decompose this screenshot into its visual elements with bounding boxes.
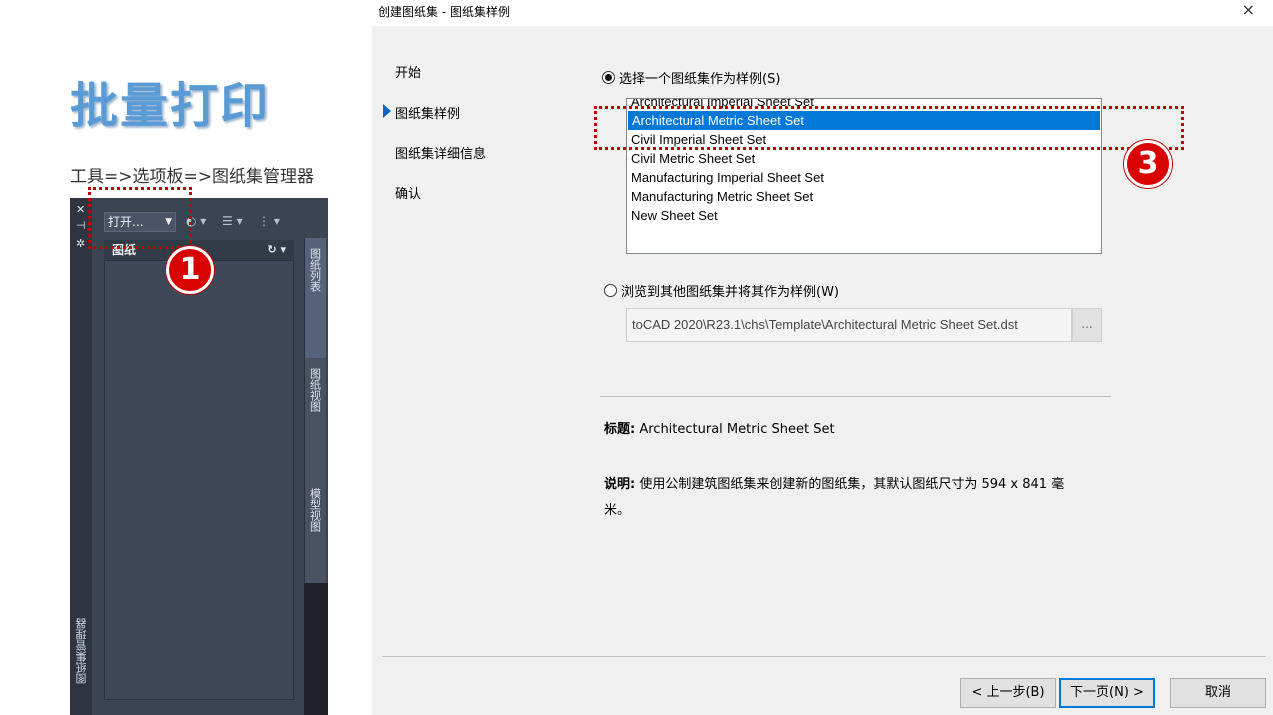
palette-tabs: 图纸列表 图纸视图 模型视图 xyxy=(304,238,326,583)
footer-divider xyxy=(382,656,1266,657)
back-button[interactable]: < 上一步(B) xyxy=(960,678,1056,708)
properties-icon[interactable]: ✲ xyxy=(76,238,85,249)
radio-select-example[interactable]: 选择一个图纸集作为样例(S) xyxy=(602,68,780,87)
sheet-list-icon[interactable]: ⋮ ▾ xyxy=(258,214,280,228)
browse-button[interactable]: ... xyxy=(1072,308,1102,342)
palette-title-bar: ✕ ⊣ ✲ 图纸集管理器 xyxy=(70,198,92,715)
slide-title: 批量打印 xyxy=(70,78,271,134)
slide-menu-path: 工具=>选项板=>图纸集管理器 xyxy=(70,167,314,187)
radio-select-example-label: 选择一个图纸集作为样例(S) xyxy=(619,72,781,87)
nav-item-sheet-set-details[interactable]: 图纸集详细信息 xyxy=(395,143,486,162)
list-item[interactable]: Manufacturing Metric Sheet Set xyxy=(627,187,1101,206)
cancel-button[interactable]: 取消 xyxy=(1170,678,1266,708)
palette-bottom-area xyxy=(304,583,328,715)
radio-unselected-icon xyxy=(604,284,617,297)
radio-selected-icon xyxy=(602,71,615,84)
divider xyxy=(600,396,1111,397)
plot-icon[interactable]: ☰ ▾ xyxy=(222,214,243,228)
tab-sheet-list[interactable]: 图纸列表 xyxy=(304,238,326,358)
next-button[interactable]: 下一页(N) > xyxy=(1059,678,1155,708)
tab-sheet-views-label: 图纸视图 xyxy=(308,368,322,412)
annotation-badge-3: 3 xyxy=(1124,140,1172,188)
tab-model-views[interactable]: 模型视图 xyxy=(304,478,326,583)
palette-side-label: 图纸集管理器 xyxy=(75,618,88,684)
annotation-highlight-open xyxy=(88,187,192,249)
radio-browse-example[interactable]: 浏览到其他图纸集并将其作为样例(W) xyxy=(604,281,839,300)
nav-item-sheet-set-example[interactable]: 图纸集样例 xyxy=(395,103,460,122)
title-info-value: Architectural Metric Sheet Set xyxy=(639,422,835,437)
sheet-tree[interactable] xyxy=(104,260,294,700)
refresh-icon[interactable]: ↻ ▾ xyxy=(267,240,286,260)
close-icon[interactable]: ✕ xyxy=(76,204,85,215)
tab-sheet-views[interactable]: 图纸视图 xyxy=(304,358,326,478)
list-item[interactable]: New Sheet Set xyxy=(627,206,1101,225)
dialog-title-bar: 创建图纸集 - 图纸集样例 × xyxy=(372,0,1273,26)
close-icon[interactable]: × xyxy=(1242,0,1255,19)
tab-model-views-label: 模型视图 xyxy=(308,488,322,532)
list-item[interactable]: Civil Metric Sheet Set xyxy=(627,149,1101,168)
dialog-title: 创建图纸集 - 图纸集样例 xyxy=(378,5,510,19)
nav-item-confirm[interactable]: 确认 xyxy=(395,183,421,202)
description-info-label: 说明: xyxy=(604,477,636,492)
annotation-badge-1: 1 xyxy=(166,246,214,294)
annotation-highlight-selected-set xyxy=(594,106,1184,150)
list-item[interactable]: Manufacturing Imperial Sheet Set xyxy=(627,168,1101,187)
title-info: 标题: Architectural Metric Sheet Set xyxy=(604,418,835,437)
radio-browse-example-label: 浏览到其他图纸集并将其作为样例(W) xyxy=(621,285,839,300)
nav-item-start[interactable]: 开始 xyxy=(395,62,421,81)
description-info: 说明: 使用公制建筑图纸集来创建新的图纸集，其默认图纸尺寸为 594 x 841… xyxy=(604,472,1084,524)
description-info-value: 使用公制建筑图纸集来创建新的图纸集，其默认图纸尺寸为 594 x 841 毫米。 xyxy=(604,477,1065,518)
template-path-field[interactable]: toCAD 2020\R23.1\chs\Template\Architectu… xyxy=(626,308,1072,342)
current-step-arrow-icon xyxy=(383,104,391,118)
tab-sheet-list-label: 图纸列表 xyxy=(308,248,322,292)
title-info-label: 标题: xyxy=(604,422,636,437)
auto-hide-icon[interactable]: ⊣ xyxy=(76,220,86,231)
